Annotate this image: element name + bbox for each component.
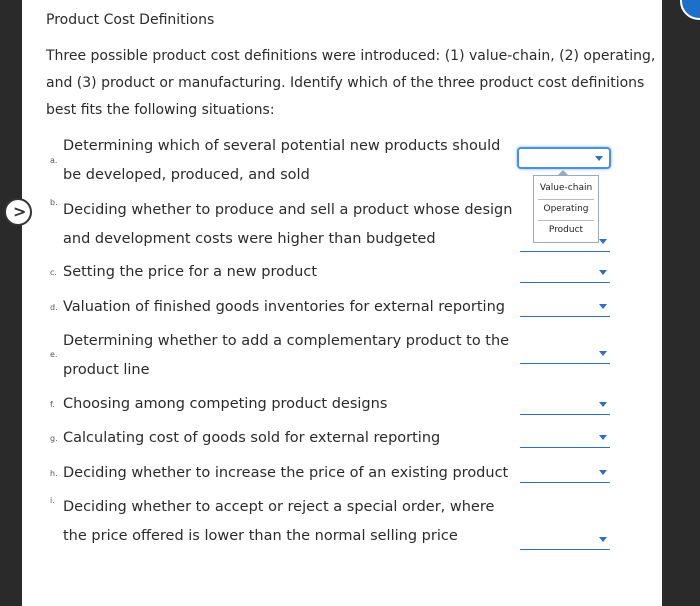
question-g-text: Calculating cost of goods sold for exter…: [63, 430, 441, 446]
question-e-dropdown[interactable]: [520, 345, 610, 364]
right-dark-bar: [662, 0, 700, 606]
question-d-dropdown[interactable]: [520, 298, 610, 317]
question-b-dropdown[interactable]: [520, 233, 610, 252]
question-h-text: Deciding whether to increase the price o…: [63, 465, 509, 481]
question-i-text: Deciding whether to accept or reject a s…: [63, 499, 495, 544]
question-e-text: Determining whether to add a complementa…: [63, 333, 510, 378]
option-operating[interactable]: Operating: [534, 199, 598, 219]
question-e-letter: e.: [50, 350, 58, 359]
question-d-text: Valuation of finished goods inventories …: [63, 299, 505, 315]
question-a-text: Determining which of several potential n…: [63, 138, 501, 183]
chevron-down-icon: [599, 239, 607, 244]
question-g-letter: g.: [50, 434, 58, 443]
next-button[interactable]: >: [4, 198, 32, 226]
question-a-dropdown[interactable]: [517, 147, 611, 169]
question-c-text: Setting the price for a new product: [63, 264, 318, 280]
chevron-right-icon: >: [13, 202, 27, 221]
intro-text: Three possible product cost definitions …: [46, 48, 656, 118]
question-f-dropdown[interactable]: [520, 396, 610, 415]
question-f-text: Choosing among competing product designs: [63, 396, 388, 412]
question-i-dropdown[interactable]: [520, 531, 610, 550]
chevron-down-icon: [599, 435, 607, 440]
question-a-letter: a.: [50, 156, 58, 165]
chevron-down-icon: [599, 304, 607, 309]
chevron-down-icon: [599, 537, 607, 542]
question-d-letter: d.: [50, 303, 58, 312]
left-dark-bar: [0, 0, 22, 606]
question-h-letter: h.: [50, 469, 58, 478]
question-c-dropdown[interactable]: [520, 264, 610, 283]
question-b-text: Deciding whether to produce and sell a p…: [63, 202, 513, 247]
question-i-letter: i.: [50, 496, 55, 505]
question-f-letter: f.: [50, 400, 55, 409]
chevron-down-icon: [599, 402, 607, 407]
question-b-letter: b.: [50, 198, 58, 207]
chevron-down-icon: [595, 156, 603, 161]
page-title: Product Cost Definitions: [46, 12, 215, 28]
option-value-chain[interactable]: Value-chain: [534, 178, 598, 198]
chevron-down-icon: [599, 351, 607, 356]
question-h-dropdown[interactable]: [520, 464, 610, 483]
question-c-letter: c.: [50, 268, 57, 277]
question-g-dropdown[interactable]: [520, 429, 610, 448]
chevron-down-icon: [599, 470, 607, 475]
chevron-down-icon: [599, 270, 607, 275]
